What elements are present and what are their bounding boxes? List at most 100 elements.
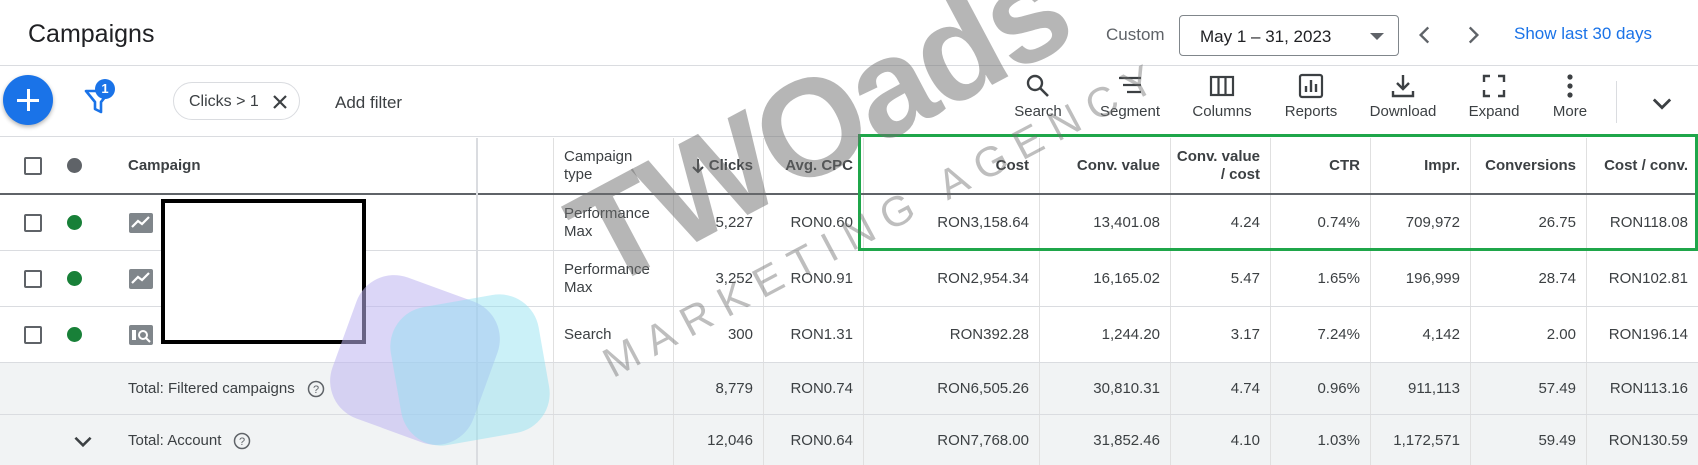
campaign-type-line1: Search	[564, 325, 612, 343]
search-campaign-icon	[129, 324, 153, 345]
account-conversions-cell: 59.49	[1470, 415, 1586, 465]
header-avg-cpc[interactable]: Avg. CPC	[763, 138, 863, 193]
cost-conv-cell: RON102.81	[1586, 251, 1698, 306]
segment-label: Segment	[1099, 103, 1161, 120]
total-conv-value-cost-cell: 4.74	[1170, 363, 1270, 414]
impr-cell: 196,999	[1370, 251, 1470, 306]
highlight-box	[858, 134, 1698, 251]
total-clicks-cell: 8,779	[673, 363, 763, 414]
row-status-cell	[67, 195, 87, 250]
help-icon[interactable]: ?	[233, 432, 251, 450]
expand-total-cell	[70, 415, 100, 465]
account-clicks-cell: 12,046	[673, 415, 763, 465]
row-checkbox[interactable]	[24, 325, 42, 344]
row-status-cell	[67, 307, 87, 362]
ctr-cell: 1.65%	[1270, 251, 1370, 306]
table-toolbar: 1 Clicks > 1 Add filter Search Segment C…	[0, 67, 1698, 137]
clicks-cell: 300	[673, 307, 763, 362]
enabled-status-icon[interactable]	[67, 327, 82, 342]
redacted-campaign-names	[161, 199, 366, 344]
campaign-type-line2: Max	[564, 222, 593, 240]
row-type-icon-cell	[128, 307, 158, 362]
download-icon	[1391, 75, 1415, 98]
total-account-label-cell: Total: Account ?	[128, 415, 468, 465]
account-impr-cell: 1,172,571	[1370, 415, 1470, 465]
total-conv-value-cell: 30,810.31	[1039, 363, 1170, 414]
columns-label: Columns	[1192, 103, 1252, 120]
header-campaign-type[interactable]: Campaign type	[553, 138, 673, 193]
fullscreen-icon	[1482, 74, 1506, 98]
total-filtered-row: Total: Filtered campaigns ? 8,779 RON0.7…	[0, 363, 1698, 415]
header-clicks-label: Clicks	[708, 157, 753, 174]
download-button[interactable]: Download	[1358, 73, 1448, 133]
search-label: Search	[1014, 103, 1062, 120]
total-avg-cpc-cell: RON0.74	[763, 363, 863, 414]
add-filter-button[interactable]: Add filter	[335, 93, 402, 113]
row-status-cell	[67, 251, 87, 306]
reports-icon	[1298, 73, 1324, 99]
row-select-cell	[24, 307, 54, 362]
status-header-cell	[67, 138, 87, 193]
avg-cpc-cell: RON0.60	[763, 195, 863, 250]
total-filtered-type-cell	[553, 363, 673, 414]
row-select-cell	[24, 195, 54, 250]
more-label: More	[1552, 103, 1588, 120]
header-campaign[interactable]: Campaign	[128, 138, 468, 193]
row-type-icon-cell	[128, 251, 158, 306]
search-icon	[1026, 74, 1049, 97]
status-header-dot-icon[interactable]	[67, 158, 82, 173]
show-last-30-days-link[interactable]: Show last 30 days	[1514, 24, 1652, 44]
cost-cell: RON2,954.34	[863, 251, 1039, 306]
total-filtered-label: Total: Filtered campaigns	[128, 380, 295, 397]
enabled-status-icon[interactable]	[67, 271, 82, 286]
campaign-type-cell: Performance Max	[553, 251, 673, 306]
row-type-icon-cell	[128, 195, 158, 250]
chevron-down-icon[interactable]	[70, 428, 96, 454]
clicks-cell: 5,227	[673, 195, 763, 250]
campaign-type-cell: Search	[553, 307, 673, 362]
date-range-type-label: Custom	[1106, 25, 1165, 44]
page-header: Campaigns Custom May 1 – 31, 2023 Show l…	[0, 0, 1698, 66]
campaign-type-line2: Max	[564, 278, 593, 296]
performance-max-icon	[129, 268, 153, 289]
account-cost-cell: RON7,768.00	[863, 415, 1039, 465]
account-cost-conv-cell: RON130.59	[1586, 415, 1698, 465]
svg-text:?: ?	[239, 436, 245, 448]
conv-value-cost-cell: 5.47	[1170, 251, 1270, 306]
page-title: Campaigns	[28, 20, 155, 48]
avg-cpc-cell: RON1.31	[763, 307, 863, 362]
download-label: Download	[1369, 103, 1437, 120]
search-button[interactable]: Search	[993, 73, 1083, 133]
total-account-row: Total: Account ? 12,046 RON0.64 RON7,768…	[0, 415, 1698, 465]
chevron-right-icon[interactable]	[1460, 22, 1486, 48]
segment-button[interactable]: Segment	[1085, 73, 1175, 133]
reports-button[interactable]: Reports	[1266, 73, 1356, 133]
more-button[interactable]: More	[1525, 73, 1615, 133]
header-clicks[interactable]: Clicks	[673, 138, 763, 193]
filter-chip[interactable]: Clicks > 1	[173, 82, 300, 120]
frozen-column-divider	[476, 138, 478, 465]
conv-value-cost-cell: 3.17	[1170, 307, 1270, 362]
campaign-type-cell: Performance Max	[553, 195, 673, 250]
add-campaign-button[interactable]	[3, 75, 53, 125]
more-vert-icon	[1567, 74, 1573, 98]
help-icon[interactable]: ?	[307, 380, 325, 398]
row-checkbox[interactable]	[24, 213, 42, 232]
chevron-left-icon[interactable]	[1412, 22, 1438, 48]
row-checkbox[interactable]	[24, 269, 42, 288]
svg-text:?: ?	[313, 384, 319, 396]
select-all-checkbox[interactable]	[24, 156, 42, 175]
enabled-status-icon[interactable]	[67, 215, 82, 230]
date-range-picker[interactable]: May 1 – 31, 2023	[1179, 15, 1399, 56]
filter-count-badge: 1	[95, 79, 115, 99]
chevron-down-icon[interactable]	[1648, 89, 1676, 117]
ctr-cell: 7.24%	[1270, 307, 1370, 362]
header-campaign-type-line1: Campaign	[564, 147, 633, 165]
total-account-type-cell	[553, 415, 673, 465]
header-campaign-type-line2: type	[564, 165, 593, 183]
account-ctr-cell: 1.03%	[1270, 415, 1370, 465]
account-avg-cpc-cell: RON0.64	[763, 415, 863, 465]
close-icon[interactable]	[270, 92, 290, 112]
conversions-cell: 2.00	[1470, 307, 1586, 362]
columns-button[interactable]: Columns	[1177, 73, 1267, 133]
